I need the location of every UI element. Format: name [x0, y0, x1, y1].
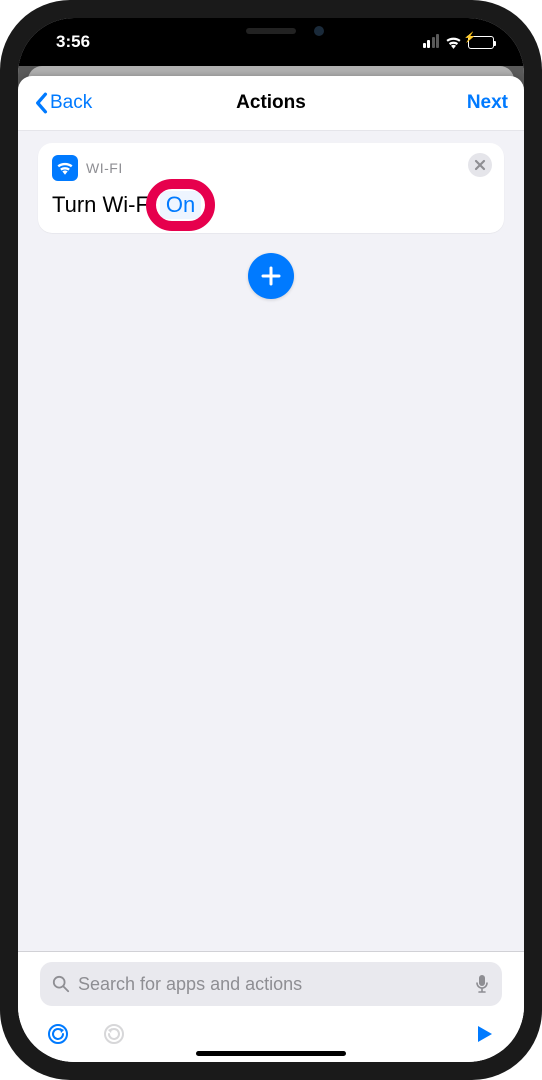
back-label: Back — [50, 92, 92, 114]
nav-bar: Back Actions Next — [18, 76, 524, 130]
page-title: Actions — [18, 92, 524, 114]
plus-icon — [260, 265, 282, 287]
close-icon — [474, 159, 486, 171]
search-placeholder: Search for apps and actions — [78, 974, 466, 995]
home-indicator[interactable] — [196, 1051, 346, 1056]
dictation-icon[interactable] — [474, 974, 490, 994]
action-category-label: WI-FI — [86, 160, 123, 176]
action-card-wifi[interactable]: WI-FI Turn Wi-Fi On — [38, 143, 504, 233]
search-input[interactable]: Search for apps and actions — [40, 962, 502, 1006]
run-button[interactable] — [470, 1020, 498, 1048]
add-action-button[interactable] — [248, 253, 294, 299]
undo-button[interactable] — [44, 1020, 72, 1048]
notch — [166, 18, 376, 48]
back-button[interactable]: Back — [34, 92, 92, 114]
search-icon — [52, 975, 70, 993]
cellular-signal-icon — [423, 36, 440, 48]
redo-icon — [102, 1022, 126, 1046]
redo-button[interactable] — [100, 1020, 128, 1048]
wifi-state-parameter[interactable]: On — [160, 191, 201, 219]
chevron-left-icon — [34, 92, 48, 114]
undo-icon — [46, 1022, 70, 1046]
action-text-prefix: Turn Wi-Fi — [52, 192, 154, 218]
delete-action-button[interactable] — [468, 153, 492, 177]
wifi-status-icon — [445, 36, 462, 49]
battery-icon: ⚡ — [468, 36, 494, 49]
status-time: 3:56 — [56, 32, 90, 52]
next-button[interactable]: Next — [467, 92, 508, 114]
play-icon — [474, 1024, 494, 1044]
wifi-icon — [52, 155, 78, 181]
